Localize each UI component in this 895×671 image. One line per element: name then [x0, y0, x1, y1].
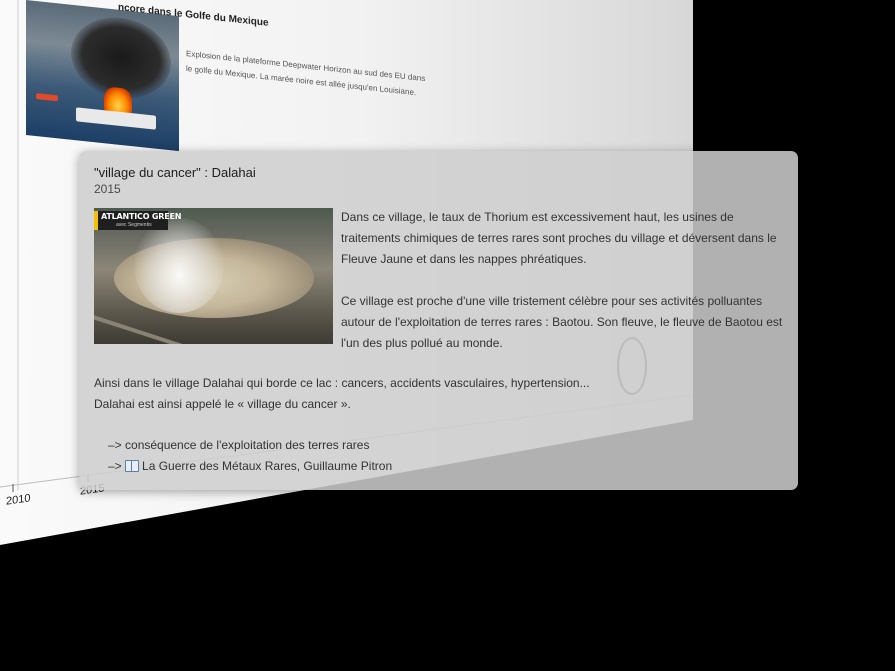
popup-paragraph-1: Dans ce village, le taux de Thorium est … — [341, 210, 777, 266]
link-arrow: –> — [108, 459, 126, 473]
photo-credit-badge: ATLANTICO GREEN avec Segmentis — [94, 211, 181, 230]
dalahai-lake-photo[interactable]: ATLANTICO GREEN avec Segmentis — [94, 208, 333, 344]
link-consequence[interactable]: –> conséquence de l'exploitation des ter… — [108, 435, 392, 456]
popup-year: 2015 — [94, 182, 121, 196]
popup-paragraph-2: Ce village est proche d'une ville triste… — [341, 294, 783, 350]
link-book[interactable]: –> La Guerre des Métaux Rares, Guillaume… — [108, 456, 392, 477]
timeline-viewport: ncore dans le Golfe du Mexique Explosion… — [0, 0, 895, 671]
popup-description-bottom: Ainsi dans le village Dalahai qui borde … — [94, 373, 784, 415]
boat-shape — [36, 93, 58, 102]
rig-shape — [76, 107, 156, 130]
popup-description-top: Dans ce village, le taux de Thorium est … — [341, 207, 786, 375]
link-arrow: –> — [108, 438, 126, 452]
link-book-text[interactable]: La Guerre des Métaux Rares, Guillaume Pi… — [142, 459, 392, 473]
link-consequence-text[interactable]: conséquence de l'exploitation des terres… — [125, 438, 369, 452]
popup-links: –> conséquence de l'exploitation des ter… — [108, 435, 392, 477]
popup-paragraph-3-line-2: Dalahai est ainsi appelé le « village du… — [94, 397, 351, 411]
steam-shape — [134, 218, 224, 313]
badge-brand: ATLANTICO GREEN — [101, 212, 182, 221]
badge-accent-mark — [94, 211, 98, 230]
popup-paragraph-3-line-1: Ainsi dans le village Dalahai qui borde … — [94, 376, 590, 390]
badge-subtitle: avec Segmentis — [116, 222, 152, 228]
popup-title: "village du cancer" : Dalahai — [94, 165, 256, 180]
book-icon — [125, 460, 140, 472]
road-shape — [94, 312, 265, 344]
event-popup-card[interactable]: "village du cancer" : Dalahai 2015 ATLAN… — [79, 151, 798, 490]
deepwater-horizon-photo[interactable] — [26, 0, 179, 152]
